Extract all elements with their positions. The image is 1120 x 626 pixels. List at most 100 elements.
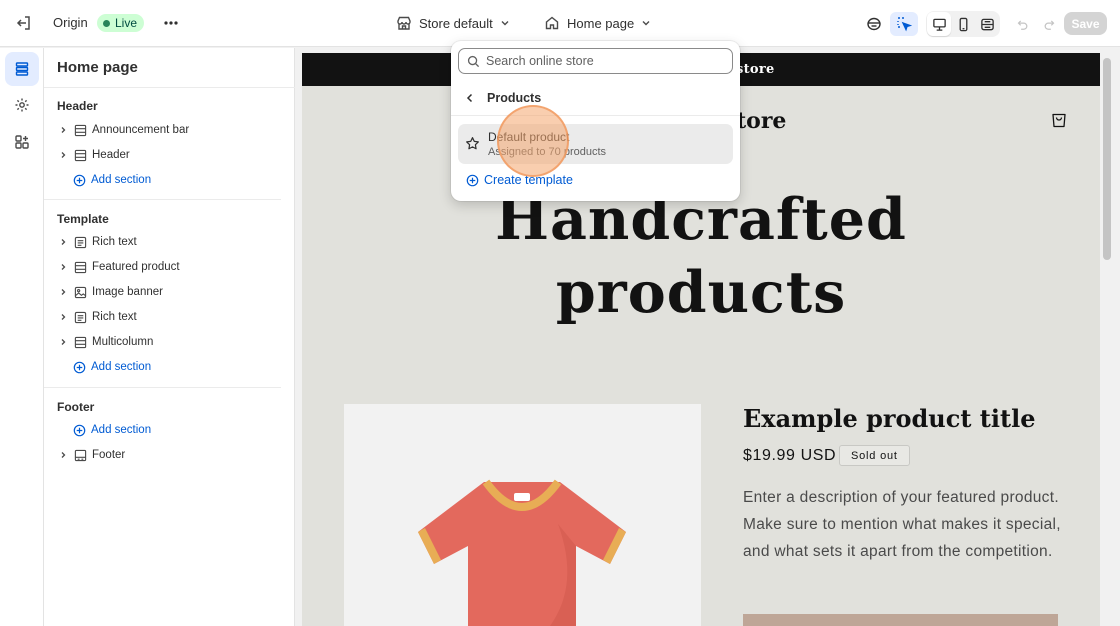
add-section-footer-button[interactable]: Add section (73, 420, 151, 440)
live-label: Live (115, 16, 138, 30)
section-rich-text[interactable]: Rich text (57, 232, 137, 252)
hero-heading: Handcrafted products (302, 183, 1100, 329)
more-actions-button[interactable] (160, 12, 182, 34)
hero-line: products (555, 259, 847, 326)
exit-button[interactable] (12, 11, 36, 35)
top-bar: Origin Live Store default Home page Save (0, 0, 1120, 47)
inspector-icon (867, 17, 881, 31)
search-field[interactable] (458, 48, 733, 74)
text-block-icon (74, 311, 86, 323)
divider (44, 87, 295, 88)
add-section-label: Add section (91, 424, 152, 436)
cart-icon (1052, 113, 1066, 128)
more-icon (164, 21, 178, 25)
search-icon (467, 55, 480, 67)
chevron-right-icon (61, 127, 66, 133)
section-label: Rich text (92, 311, 137, 323)
product-price: $19.99 USD (743, 447, 837, 464)
layout-section-icon (74, 124, 86, 136)
section-rich-text-2[interactable]: Rich text (57, 307, 137, 327)
layout-section-icon (74, 149, 86, 161)
cart-button[interactable] (1050, 111, 1068, 134)
chevron-left-icon (466, 93, 473, 103)
section-label: Rich text (92, 236, 137, 248)
group-footer-label: Footer (57, 400, 95, 414)
sections-icon (15, 62, 29, 76)
chevron-right-icon (61, 239, 66, 245)
text-block-icon (74, 236, 86, 248)
redo-button[interactable] (1038, 12, 1062, 36)
fullwidth-view-button[interactable] (975, 12, 999, 36)
save-button[interactable]: Save (1064, 12, 1107, 35)
create-template-button[interactable]: Create template (466, 171, 573, 189)
desktop-icon (932, 18, 946, 31)
live-dot (103, 19, 110, 27)
chevron-right-icon (61, 289, 66, 295)
layout-section-icon (74, 261, 86, 273)
section-header[interactable]: Header (57, 145, 130, 165)
group-template-label: Template (57, 212, 109, 226)
section-announcement-bar[interactable]: Announcement bar (57, 120, 189, 140)
section-label: Header (92, 149, 130, 161)
apps-nav-button[interactable] (5, 125, 39, 159)
divider (451, 115, 740, 116)
section-label: Announcement bar (92, 124, 190, 136)
desktop-view-button[interactable] (927, 12, 951, 36)
store-selector[interactable]: Store default (396, 12, 510, 34)
exit-icon (16, 16, 30, 30)
add-section-label: Add section (91, 361, 152, 373)
undo-button[interactable] (1010, 12, 1034, 36)
footer-section-icon (74, 449, 86, 461)
settings-icon (15, 98, 29, 112)
chevron-down-icon (642, 21, 650, 26)
section-label: Image banner (92, 286, 163, 298)
sidebar-title: Home page (57, 59, 138, 76)
settings-nav-button[interactable] (5, 88, 39, 122)
fullwidth-icon (980, 18, 994, 30)
product-image[interactable] (344, 404, 701, 626)
preview-scrollbar-thumb[interactable] (1103, 58, 1111, 260)
inspector-button[interactable] (862, 12, 886, 36)
section-label: Footer (92, 449, 126, 461)
product-title[interactable]: Example product title (743, 404, 1035, 433)
template-option-title: Default product (488, 130, 570, 144)
template-option-subtitle: Assigned to 70 products (488, 146, 607, 158)
star-icon (466, 137, 479, 150)
section-label: Featured product (92, 261, 180, 273)
store-logo[interactable]: tore (736, 108, 786, 134)
sections-sidebar: Home page Header Announcement bar Header… (44, 48, 295, 626)
page-selector-label: Home page (567, 15, 635, 31)
redo-icon (1044, 20, 1055, 30)
sold-out-badge: Sold out (839, 445, 910, 466)
search-input[interactable] (486, 54, 716, 68)
popover-heading: Products (487, 91, 542, 105)
chevron-right-icon (61, 152, 66, 158)
section-featured-product[interactable]: Featured product (57, 257, 180, 277)
create-template-label: Create template (484, 173, 573, 187)
selector-icon (897, 17, 912, 32)
live-badge: Live (97, 14, 145, 32)
apps-icon (15, 135, 29, 149)
chevron-right-icon (61, 339, 66, 345)
add-section-template-button[interactable]: Add section (73, 357, 151, 377)
selector-button[interactable] (890, 12, 918, 36)
add-section-header-button[interactable]: Add section (73, 170, 151, 190)
home-icon (545, 16, 559, 30)
store-icon (397, 16, 411, 30)
product-description: Enter a description of your featured pro… (743, 489, 1061, 560)
section-multicolumn[interactable]: Multicolumn (57, 332, 153, 352)
chevron-right-icon (61, 452, 66, 458)
icon-rail (0, 48, 44, 626)
mobile-icon (959, 17, 967, 31)
layout-section-icon (74, 336, 86, 348)
section-image-banner[interactable]: Image banner (57, 282, 163, 302)
back-button[interactable] (461, 89, 479, 107)
sections-nav-button[interactable] (5, 52, 39, 86)
mobile-view-button[interactable] (951, 12, 975, 36)
plus-circle-icon (73, 361, 86, 373)
section-footer[interactable]: Footer (57, 445, 125, 465)
divider (44, 199, 281, 200)
template-option-default-product[interactable]: Default product Assigned to 70 products (458, 124, 733, 164)
page-selector[interactable]: Home page (544, 12, 651, 34)
product-button[interactable] (743, 614, 1058, 626)
